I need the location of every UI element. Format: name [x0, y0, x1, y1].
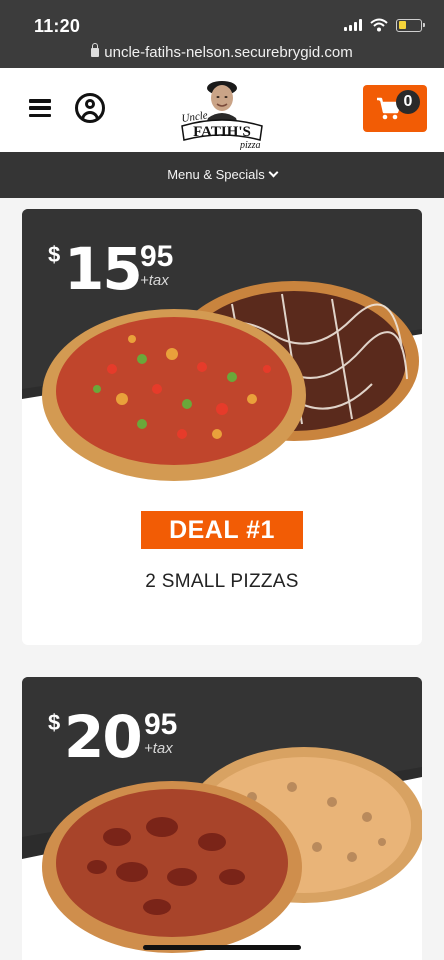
- deal-description: 2 SMALL PIZZAS: [145, 571, 299, 592]
- price-currency: $: [48, 242, 61, 267]
- price-dollars: 15: [64, 235, 143, 303]
- deal-card[interactable]: $ 15 95 +tax DEAL #1 2 SMALL PIZZAS: [22, 209, 422, 645]
- address-bar[interactable]: uncle-fatihs-nelson.securebrygid.com: [0, 43, 444, 61]
- chevron-down-icon: [268, 167, 279, 178]
- price-dollars: 20: [64, 703, 143, 771]
- cart-button[interactable]: 0: [363, 85, 427, 132]
- svg-text:pizza: pizza: [239, 140, 261, 150]
- deal-card[interactable]: $ 20 95 +tax: [22, 677, 422, 960]
- battery-icon: [396, 18, 425, 32]
- clock: 11:20: [34, 16, 81, 36]
- menu-specials-dropdown[interactable]: Menu & Specials: [167, 167, 279, 182]
- price-cents: 95: [140, 240, 174, 273]
- site-logo[interactable]: Uncle FATIH'S pizza: [178, 74, 266, 150]
- cart-count-badge: 0: [396, 90, 420, 114]
- system-icons: [344, 18, 425, 32]
- user-circle-icon[interactable]: [75, 93, 105, 123]
- hamburger-icon[interactable]: [29, 99, 51, 117]
- price-tax-note: +tax: [144, 740, 173, 757]
- wifi-icon: [370, 18, 388, 32]
- signal-icon: [344, 19, 362, 31]
- lock-icon: [91, 43, 100, 57]
- menu-nav-bar: Menu & Specials: [0, 152, 444, 198]
- home-indicator: [143, 945, 301, 950]
- deal-badge: DEAL #1: [141, 511, 303, 549]
- svg-text:FATIH'S: FATIH'S: [193, 124, 251, 140]
- price-currency: $: [48, 710, 61, 735]
- price-cents: 95: [144, 708, 178, 741]
- price-tax-note: +tax: [140, 272, 169, 289]
- url-text: uncle-fatihs-nelson.securebrygid.com: [104, 44, 353, 61]
- site-header: Uncle FATIH'S pizza 0: [0, 68, 444, 152]
- browser-status-bar: 11:20 uncle-fatihs-nelson.securebrygid.c…: [0, 0, 444, 68]
- menu-specials-label: Menu & Specials: [167, 167, 265, 182]
